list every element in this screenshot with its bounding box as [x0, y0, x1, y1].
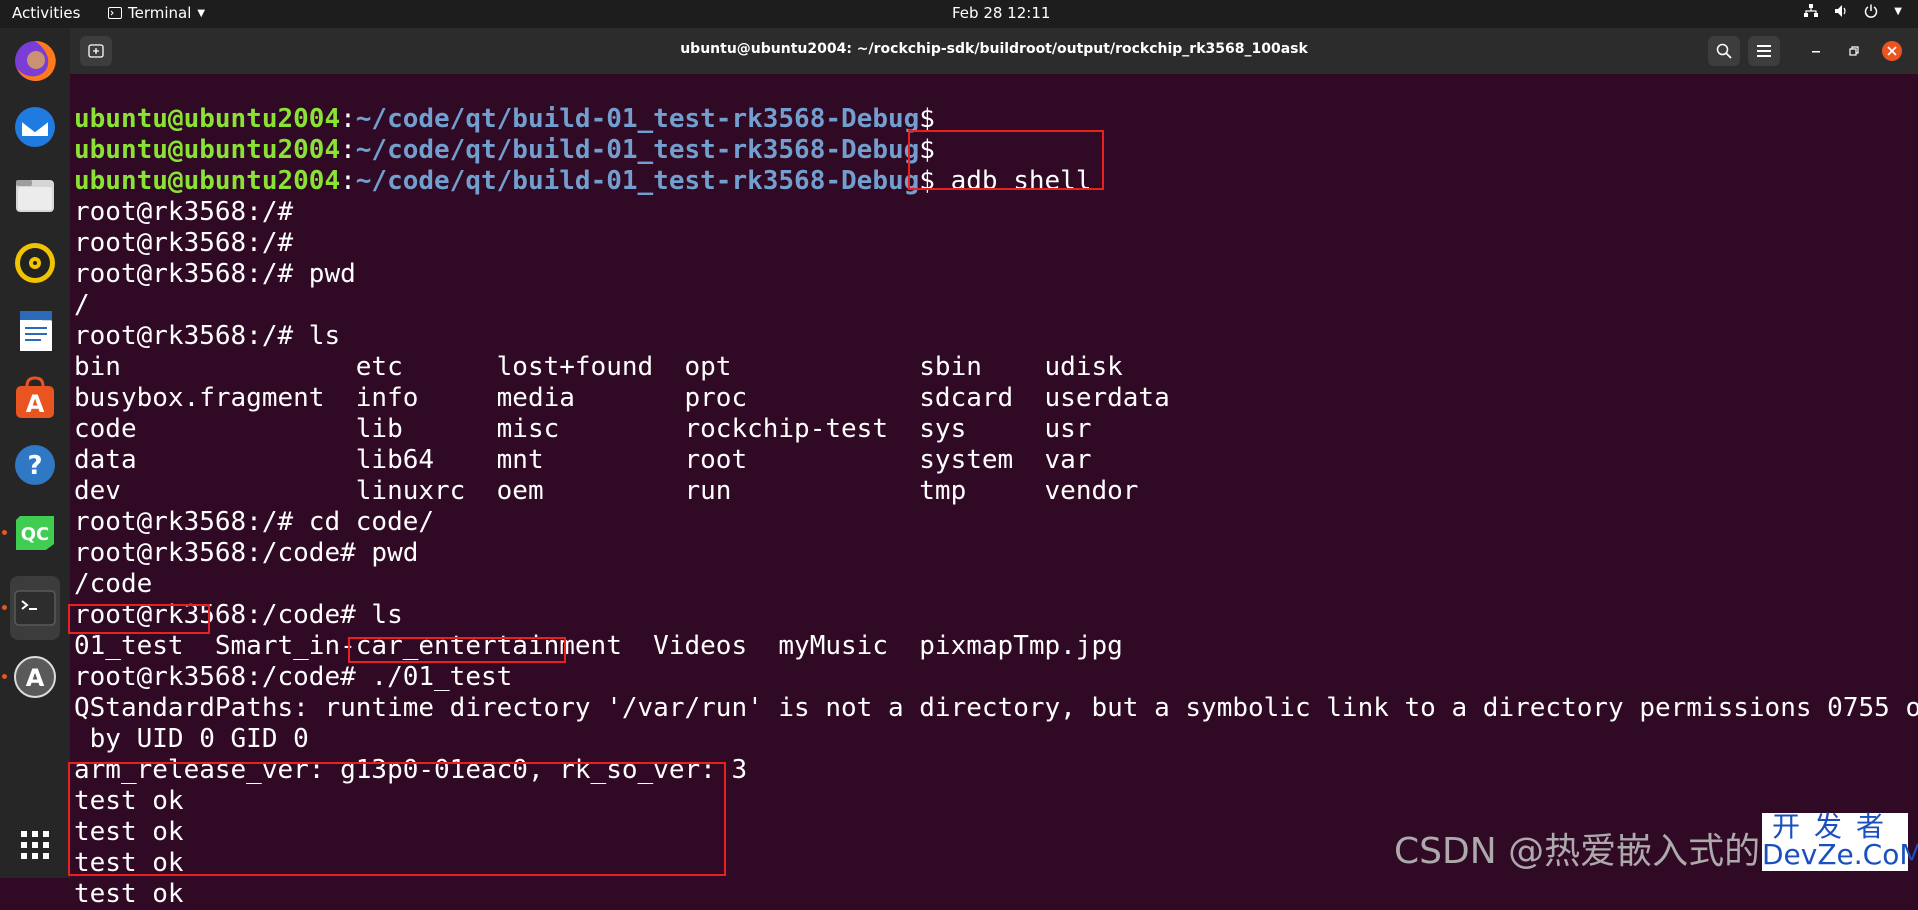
menu-button[interactable]	[1748, 36, 1780, 66]
activities-button[interactable]: Activities	[12, 4, 80, 22]
running-indicator	[2, 674, 7, 679]
dock-rhythmbox[interactable]	[10, 238, 60, 288]
volume-icon	[1835, 5, 1846, 17]
minimize-icon	[1812, 51, 1820, 53]
close-icon	[1882, 41, 1902, 61]
app-menu-label: Terminal	[128, 4, 192, 22]
output-line: root@rk3568:/code# ./01_test	[74, 662, 513, 692]
hamburger-menu-icon	[1757, 45, 1771, 57]
prompt-user: ubuntu@ubuntu2004	[74, 135, 341, 165]
show-apps-icon	[21, 831, 49, 859]
terminal-small-icon	[108, 7, 122, 19]
chevron-down-icon: ▼	[1894, 5, 1902, 17]
prompt-path: ~/code/qt/build-01_test-rk3568-Debug	[355, 135, 920, 165]
app-menu[interactable]: Terminal ▼	[108, 4, 205, 22]
help-icon: ?	[15, 445, 55, 485]
dock-firefox[interactable]	[10, 36, 60, 86]
output-line: root@rk3568:/code# pwd	[74, 538, 419, 568]
output-line: code lib misc rockchip-test sys usr	[74, 414, 1092, 444]
watermark-text: CSDN @热爱嵌入式的	[1394, 831, 1761, 872]
clock[interactable]: Feb 28 12:11	[952, 4, 1050, 22]
output-line: root@rk3568:/# ls	[74, 321, 341, 351]
output-line: busybox.fragment info media proc sdcard …	[74, 383, 1170, 413]
search-button[interactable]	[1708, 36, 1740, 66]
rhythmbox-icon	[15, 243, 55, 283]
output-line: /code	[74, 569, 153, 599]
software-updater-icon: A	[14, 656, 56, 698]
terminal-icon	[14, 590, 56, 626]
dock-thunderbird[interactable]	[10, 102, 60, 152]
dock-software-center[interactable]: A	[10, 374, 60, 424]
svg-text:QC: QC	[21, 524, 50, 545]
output-line: by UID 0 GID 0	[74, 724, 309, 754]
qtcreator-icon: QC	[16, 516, 54, 550]
window-titlebar[interactable]: ubuntu@ubuntu2004: ~/rockchip-sdk/buildr…	[70, 28, 1918, 74]
svg-text:A: A	[26, 664, 45, 692]
dock: A ? QC A	[0, 28, 70, 878]
dock-terminal[interactable]	[2, 576, 60, 640]
dock-files[interactable]	[10, 170, 60, 220]
prompt-user: ubuntu@ubuntu2004	[74, 166, 341, 196]
top-bar: Activities Terminal ▼ Feb 28 12:11 ▼	[0, 0, 1918, 28]
minimize-button[interactable]	[1800, 36, 1832, 66]
running-indicator	[2, 530, 7, 535]
firefox-icon	[15, 40, 56, 81]
system-tray[interactable]: ▼	[1804, 4, 1902, 18]
software-center-icon: A	[16, 376, 54, 418]
svg-text:A: A	[26, 390, 45, 418]
dock-qtcreator[interactable]: QC	[2, 508, 60, 558]
terminal-output[interactable]: ubuntu@ubuntu2004:~/code/qt/build-01_tes…	[74, 74, 1918, 909]
dock-libreoffice-writer[interactable]	[10, 306, 60, 356]
dock-help[interactable]: ?	[10, 440, 60, 490]
network-icon	[1804, 4, 1819, 17]
dock-software-updater[interactable]: A	[2, 652, 60, 702]
output-line: root@rk3568:/# cd code/	[74, 507, 435, 537]
dock-show-apps[interactable]	[10, 820, 60, 870]
output-line: dev linuxrc oem run tmp vendor	[74, 476, 1139, 506]
libreoffice-writer-icon	[20, 311, 52, 351]
highlight-box-run-command	[348, 637, 566, 663]
chevron-down-icon: ▼	[197, 7, 206, 19]
output-line: QStandardPaths: runtime directory '/var/…	[74, 693, 1918, 723]
watermark-logo: 开发者 DevZe.CoM	[1762, 810, 1918, 871]
watermark-logo-top: 开发者	[1771, 810, 1898, 843]
close-button[interactable]	[1876, 36, 1908, 66]
output-line: root@rk3568:/code# ls	[74, 600, 403, 630]
output-line: root@rk3568:/# pwd	[74, 259, 356, 289]
files-icon	[16, 180, 54, 212]
restore-icon	[1849, 46, 1859, 56]
output-line: root@rk3568:/#	[74, 197, 294, 227]
output-line: /	[74, 290, 90, 320]
running-indicator	[2, 605, 7, 610]
highlight-box-adb-shell	[908, 130, 1104, 190]
thunderbird-icon	[15, 107, 55, 147]
highlight-box-test-output	[68, 762, 726, 876]
prompt-user: ubuntu@ubuntu2004	[74, 104, 341, 134]
power-icon	[1865, 4, 1878, 18]
prompt-path: ~/code/qt/build-01_test-rk3568-Debug	[355, 166, 920, 196]
maximize-button[interactable]	[1838, 36, 1870, 66]
output-line: bin etc lost+found opt sbin udisk	[74, 352, 1123, 382]
watermark-logo-bottom: DevZe.CoM	[1762, 838, 1918, 871]
svg-text:?: ?	[27, 451, 42, 481]
search-icon	[1716, 43, 1732, 59]
highlight-box-01-test	[68, 604, 210, 634]
output-line: root@rk3568:/#	[74, 228, 294, 258]
output-line: test ok	[74, 879, 184, 909]
output-line: data lib64 mnt root system var	[74, 445, 1092, 475]
window-title: ubuntu@ubuntu2004: ~/rockchip-sdk/buildr…	[680, 41, 1308, 57]
prompt-path: ~/code/qt/build-01_test-rk3568-Debug	[355, 104, 920, 134]
